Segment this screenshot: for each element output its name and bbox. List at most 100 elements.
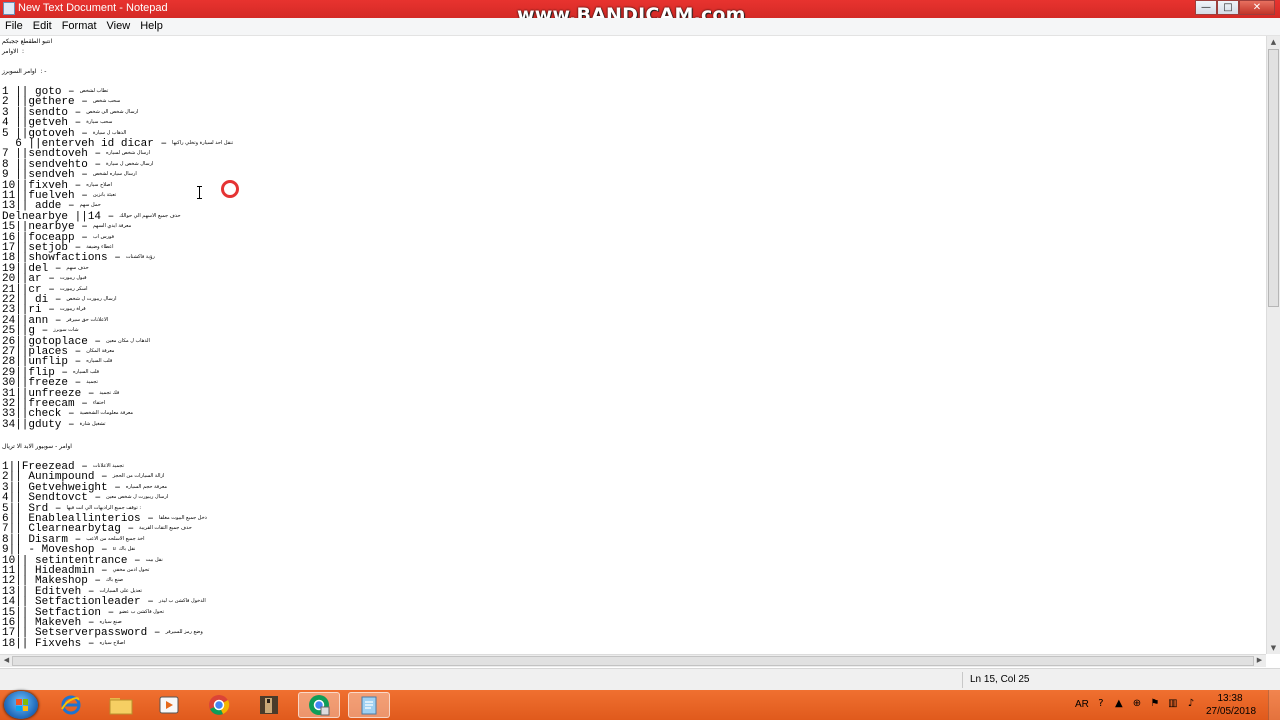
command-description: اختفاء <box>92 400 106 407</box>
command-description: اخذ جميع الاسلحه من الاعب <box>86 535 145 542</box>
clock-time: 13:38 <box>1217 693 1243 704</box>
media-player-icon[interactable] <box>148 692 190 718</box>
command-description: نقل بيت <box>145 556 163 563</box>
window-title: New Text Document - Notepad <box>18 2 168 14</box>
command-line: 18|| Fixvehs – اصلاح سياره <box>2 638 125 650</box>
command-description: تجميد <box>86 379 98 386</box>
dash-separator: – <box>147 627 161 640</box>
taskbar: AR ? ▲ ⊕ ⚑ ▥ ♪ 13:38 27/05/2018 <box>0 690 1280 720</box>
vertical-scroll-thumb[interactable] <box>1268 49 1279 307</box>
dash-separator: – <box>81 637 95 650</box>
line-number: 18 <box>2 637 16 650</box>
command-description: اسكر ريبورت <box>59 285 88 292</box>
text-cursor-icon <box>197 186 203 199</box>
notepad-app-icon <box>3 2 15 15</box>
command-description: قبول ريبورت <box>59 275 87 282</box>
command-description: توقف جميع الراديهات الي انت فيها : <box>66 504 142 511</box>
horizontal-scroll-thumb[interactable] <box>12 656 1254 666</box>
menu-help[interactable]: Help <box>135 19 168 35</box>
command-description: تطاب لشخص <box>79 88 109 95</box>
command-name: Fixvehs <box>35 637 82 650</box>
usb-icon[interactable]: ⊕ <box>1131 698 1143 710</box>
intro-line: الاوامر : <box>2 48 25 55</box>
command-name: gduty <box>28 418 62 431</box>
command-description: تعبئة بانزين <box>92 192 117 199</box>
network-icon[interactable]: ▥ <box>1167 698 1179 710</box>
help-icon[interactable]: ? <box>1095 698 1107 710</box>
text-editor[interactable]: انتبو الطقطع ججبكم الاوامر : اوامر السوب… <box>0 36 1265 654</box>
system-tray: AR ? ▲ ⊕ ⚑ ▥ ♪ <box>1075 698 1197 710</box>
command-description: ازالة السيارات من الحجز <box>112 473 165 480</box>
command-description: رؤية فاكشنات <box>125 254 155 261</box>
command-description: ارسال شخص ل سيارة <box>106 160 154 167</box>
command-description: اصلاح سياره <box>86 181 112 188</box>
command-description: الدخول فاكشن ب ليدر <box>158 598 206 605</box>
command-description: صنع باك <box>106 577 124 584</box>
status-divider <box>962 672 963 688</box>
title-bar: New Text Document - Notepad www.BANDICAM… <box>0 0 1280 26</box>
command-description: ارسال شخص الى شخص <box>86 108 139 115</box>
command-description: الاعلانات حق سيرفر <box>66 316 109 323</box>
cursor-position: Ln 15, Col 25 <box>970 674 1030 685</box>
scroll-down-icon[interactable]: ▼ <box>1267 642 1280 654</box>
language-indicator[interactable]: AR <box>1075 699 1089 710</box>
command-description: ارسال سياره لشخص <box>92 171 137 178</box>
minimize-button[interactable]: — <box>1195 0 1217 15</box>
vertical-scrollbar[interactable]: ▲ ▼ <box>1266 36 1280 654</box>
show-desktop-button[interactable] <box>1268 690 1280 720</box>
dash-separator: – <box>153 138 168 150</box>
intro-line: انتبو الطقطع ججبكم <box>2 38 53 45</box>
command-description: ارسال شخص لسياره <box>106 150 150 157</box>
command-description: حذف سهم <box>66 264 89 271</box>
chrome-alt-icon[interactable] <box>298 692 340 718</box>
command-description: تنقل احد لسيارة وتخلي راكبها <box>172 140 234 147</box>
command-description: معرفة حجم السياره <box>125 483 168 490</box>
command-description: تجميد الاعلانات <box>92 463 124 470</box>
status-bar: Ln 15, Col 25 <box>0 668 1280 690</box>
command-description: معرفة ايدي السهم <box>92 223 132 230</box>
scroll-up-icon[interactable]: ▲ <box>1267 36 1280 48</box>
folder-icon[interactable] <box>100 692 142 718</box>
menu-file[interactable]: File <box>0 19 28 35</box>
maximize-button[interactable]: □ <box>1217 0 1239 15</box>
dash-separator: – <box>61 418 75 431</box>
command-description: الذهاب ل سيارة <box>92 129 127 136</box>
command-description: حذف جميع الاسهم الي حوالك <box>119 212 181 219</box>
line-number: 34 <box>2 418 16 431</box>
volume-icon[interactable]: ♪ <box>1185 698 1197 710</box>
clock-date: 27/05/2018 <box>1206 706 1257 717</box>
command-description: سحب شخص <box>92 98 121 105</box>
intro-line: اوامر السوبرز : - <box>2 68 47 75</box>
command-description: وضع رمز للسيرفر <box>165 629 203 636</box>
internet-explorer-icon[interactable] <box>50 692 92 718</box>
command-line: 34||gduty – تشغيل شارة <box>2 419 106 431</box>
command-description: فك تجميد <box>99 389 120 396</box>
menu-bar: File Edit Format View Help <box>0 18 1280 36</box>
command-description: فورس اب <box>92 233 115 240</box>
command-description: ارسال ريبورت ل شخص <box>66 296 117 303</box>
command-description: ارسال ريبورت ل شخص معين <box>106 494 169 501</box>
show-hidden-icons-icon[interactable]: ▲ <box>1113 698 1125 710</box>
menu-edit[interactable]: Edit <box>28 19 57 35</box>
command-description: قلب السياره <box>86 358 113 365</box>
close-button[interactable]: ✕ <box>1239 0 1275 15</box>
notepad-icon[interactable] <box>348 692 390 718</box>
menu-format[interactable]: Format <box>57 19 102 35</box>
command-description: اعطاء وضيفة <box>86 244 114 251</box>
command-description: معرفة المكان <box>86 348 115 355</box>
action-center-icon[interactable]: ⚑ <box>1149 698 1161 710</box>
command-description: الذهاب ل مكان معين <box>106 337 150 344</box>
windows-logo-icon <box>16 699 28 711</box>
menu-view[interactable]: View <box>102 19 136 35</box>
scroll-right-icon[interactable]: ▶ <box>1253 655 1266 666</box>
command-description: حمل سهم <box>79 202 101 209</box>
click-indicator-icon <box>221 180 239 198</box>
start-button[interactable] <box>4 691 38 719</box>
chrome-icon[interactable] <box>198 692 240 718</box>
command-description: تعديل على السيارات <box>99 587 142 594</box>
taskbar-clock[interactable]: 13:38 27/05/2018 <box>1206 692 1257 718</box>
game-icon[interactable] <box>248 692 290 718</box>
command-description: صنع سياره <box>99 619 122 626</box>
horizontal-scrollbar[interactable]: ◀ ▶ <box>0 654 1266 667</box>
dash-separator: – <box>107 252 121 265</box>
